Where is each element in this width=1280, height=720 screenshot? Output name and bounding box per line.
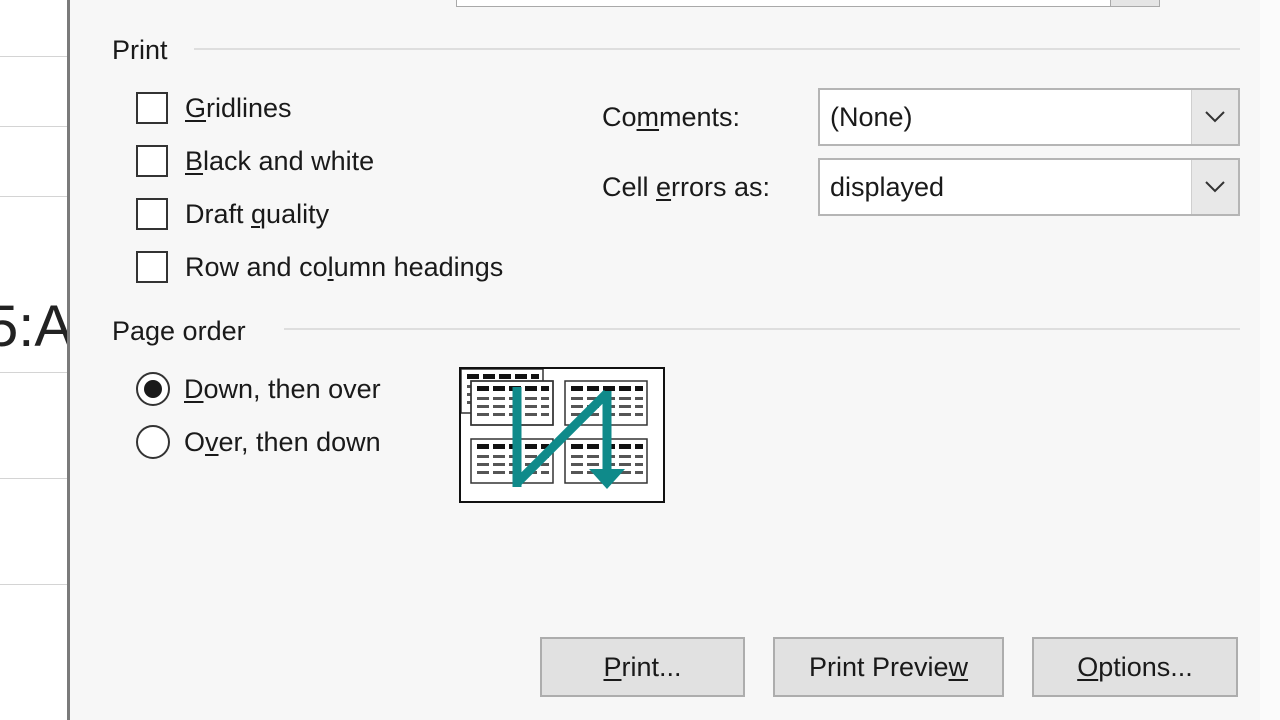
print-group-divider <box>194 48 1240 50</box>
cell-errors-dropdown[interactable]: displayed <box>818 158 1240 216</box>
row-column-headings-label: Row and column headings <box>185 252 504 282</box>
sheet-gridline <box>0 478 68 479</box>
print-area-collapse-button[interactable] <box>1110 0 1160 7</box>
sheet-cell-text: 5:A <box>0 294 68 359</box>
sheet-gridline <box>0 584 68 585</box>
comments-value: (None) <box>830 102 913 132</box>
down-then-over-radio-row[interactable]: Down, then over <box>136 372 381 406</box>
over-then-down-radio[interactable] <box>136 425 170 459</box>
print-button[interactable]: Print... <box>540 637 745 697</box>
gridlines-checkbox-row[interactable]: Gridlines <box>136 92 292 124</box>
page-order-group-title: Page order <box>112 316 246 346</box>
background-sheet: 5:A <box>0 0 68 720</box>
comments-dropdown[interactable]: (None) <box>818 88 1240 146</box>
chevron-down-icon <box>1205 111 1225 123</box>
down-then-over-radio[interactable] <box>136 372 170 406</box>
page-order-group-divider <box>284 328 1240 330</box>
black-and-white-label: Black and white <box>185 146 375 176</box>
black-and-white-checkbox-row[interactable]: Black and white <box>136 145 374 177</box>
radio-selected-dot <box>144 380 162 398</box>
down-then-over-label: Down, then over <box>184 374 381 404</box>
dialog-right-edge <box>1260 0 1280 720</box>
comments-dropdown-button[interactable] <box>1191 90 1238 144</box>
options-button[interactable]: Options... <box>1032 637 1238 697</box>
screen: 5:A Print Gridlines Black and white Draf… <box>0 0 1280 720</box>
cell-errors-label: Cell errors as: <box>602 172 771 202</box>
sheet-gridline <box>0 126 68 127</box>
sheet-gridline <box>0 56 68 57</box>
comments-label: Comments: <box>602 102 741 132</box>
page-order-diagram-icon <box>460 368 648 489</box>
black-and-white-checkbox[interactable] <box>136 145 168 177</box>
print-group-title: Print <box>112 35 168 65</box>
over-then-down-radio-row[interactable]: Over, then down <box>136 425 381 459</box>
draft-quality-checkbox-row[interactable]: Draft quality <box>136 198 329 230</box>
print-area-field[interactable] <box>456 0 1112 7</box>
sheet-gridline <box>0 196 68 197</box>
print-preview-button[interactable]: Print Previe w <box>773 637 1004 697</box>
gridlines-label: Gridlines <box>185 93 292 123</box>
draft-quality-label: Draft quality <box>185 199 330 229</box>
row-column-headings-checkbox[interactable] <box>136 251 168 283</box>
cell-errors-value: displayed <box>830 172 945 202</box>
chevron-down-icon <box>1205 181 1225 193</box>
cell-errors-dropdown-button[interactable] <box>1191 160 1238 214</box>
over-then-down-label: Over, then down <box>184 427 381 457</box>
gridlines-checkbox[interactable] <box>136 92 168 124</box>
sheet-gridline <box>0 372 68 373</box>
draft-quality-checkbox[interactable] <box>136 198 168 230</box>
row-column-headings-checkbox-row[interactable]: Row and column headings <box>136 251 503 283</box>
page-order-preview <box>459 367 665 503</box>
